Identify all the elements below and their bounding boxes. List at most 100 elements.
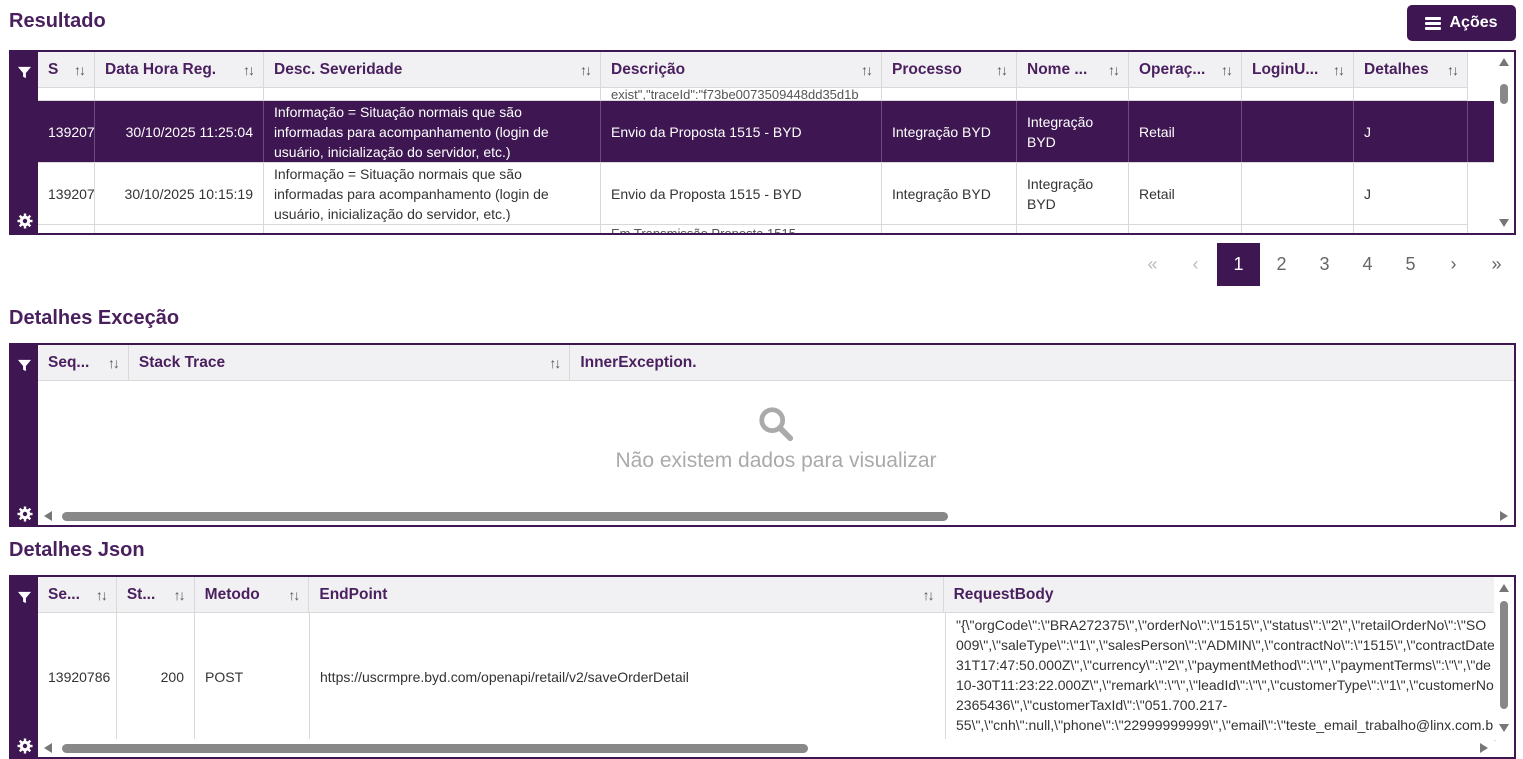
excecao-header-row: Seq... ↑↓ Stack Trace ↑↓ InnerException. (38, 345, 1514, 381)
cell-processo: Integração BYD (882, 163, 1017, 224)
sort-icon[interactable]: ↑↓ (74, 62, 86, 78)
page-3-button[interactable]: 3 (1303, 243, 1346, 286)
col-header-status[interactable]: St... ↑↓ (117, 577, 195, 613)
col-header-detalhes[interactable]: Detalhes ↑↓ (1354, 52, 1468, 88)
resultado-title: Resultado (9, 10, 106, 32)
scroll-down-icon[interactable] (1499, 724, 1509, 732)
col-header-processo[interactable]: Processo ↑↓ (882, 52, 1017, 88)
table-row-partial[interactable]: Em Transmissão Proposta 1515 (38, 225, 1468, 233)
json-title: Detalhes Json (9, 539, 145, 561)
pagination: « ‹ 1 2 3 4 5 › » (1131, 243, 1518, 286)
cell-operacao: Retail (1129, 163, 1242, 224)
col-header-datahora[interactable]: Data Hora Reg. ↑↓ (95, 52, 264, 88)
scroll-down-icon[interactable] (1499, 219, 1509, 227)
cell-method: POST (195, 613, 310, 740)
requestbody-line: "{\"orgCode\":\"BRA272375\",\"orderNo\":… (956, 617, 1487, 633)
scroll-right-icon[interactable] (1480, 743, 1488, 753)
vertical-scrollbar[interactable] (1494, 577, 1514, 739)
acoes-button[interactable]: Ações (1407, 5, 1516, 41)
json-grid-body: Se... ↑↓ St... ↑↓ Metodo ↑↓ EndPoint ↑↓ Requ… (38, 577, 1514, 757)
col-header-nome[interactable]: Nome ... ↑↓ (1017, 52, 1129, 88)
page-next-button[interactable]: › (1432, 243, 1475, 286)
scroll-left-icon[interactable] (44, 743, 52, 753)
sort-icon[interactable]: ↑↓ (1108, 62, 1120, 78)
sort-icon[interactable]: ↑↓ (923, 587, 935, 603)
cell-nome: Integração BYD (1017, 163, 1129, 224)
scroll-thumb[interactable] (62, 512, 948, 521)
grid-toolbar (11, 577, 38, 757)
col-header-requestbody[interactable]: RequestBody (944, 577, 1494, 613)
scroll-up-icon[interactable] (1499, 58, 1509, 66)
sort-icon[interactable]: ↑↓ (1333, 62, 1345, 78)
sort-icon[interactable]: ↑↓ (996, 62, 1008, 78)
acoes-label: Ações (1449, 14, 1498, 31)
requestbody-line: 55\",\"cnh\":null,\"phone\":\"2299999999… (956, 717, 1494, 733)
cell-datetime: 30/10/2025 11:25:04 (95, 101, 264, 162)
cell-seq: 13920786 (38, 613, 117, 740)
requestbody-line: 31T17:47:50.000Z\",\"currency\":\"2\",\"… (956, 657, 1491, 673)
table-row[interactable]: 13920786 200 POST https://uscrmpre.byd.c… (38, 613, 1496, 741)
col-header-seq[interactable]: Se... ↑↓ (38, 577, 117, 613)
cell-login (1242, 101, 1354, 162)
sort-icon[interactable]: ↑↓ (861, 62, 873, 78)
col-header-severidade[interactable]: Desc. Severidade ↑↓ (264, 52, 601, 88)
col-header-seq[interactable]: Seq... ↑↓ (38, 345, 129, 381)
gear-icon[interactable] (16, 212, 33, 229)
resultado-grid: S ↑↓ Data Hora Reg. ↑↓ Desc. Severidade ↑↓ … (9, 50, 1516, 235)
page-5-button[interactable]: 5 (1389, 243, 1432, 286)
col-header-innerexception[interactable]: InnerException. (570, 345, 1514, 381)
cell-status: 200 (117, 613, 195, 740)
horizontal-scrollbar[interactable] (38, 507, 1514, 525)
horizontal-scrollbar[interactable] (38, 739, 1494, 757)
cell-desc: Envio da Proposta 1515 - BYD (601, 101, 882, 162)
table-row-partial[interactable]: exist","traceId":"f73be0073509448dd35d1b (38, 88, 1468, 101)
col-header-descricao[interactable]: Descrição ↑↓ (601, 52, 882, 88)
col-header-endpoint[interactable]: EndPoint ↑↓ (309, 577, 944, 613)
sort-icon[interactable]: ↑↓ (174, 587, 186, 603)
scroll-thumb[interactable] (1500, 84, 1508, 104)
col-header-operacao[interactable]: Operaç... ↑↓ (1129, 52, 1242, 88)
cell-desc: Envio da Proposta 1515 - BYD (601, 163, 882, 224)
page-4-button[interactable]: 4 (1346, 243, 1389, 286)
sort-icon[interactable]: ↑↓ (580, 62, 592, 78)
resultado-grid-body: S ↑↓ Data Hora Reg. ↑↓ Desc. Severidade ↑↓ … (38, 52, 1514, 233)
vertical-scrollbar[interactable] (1494, 52, 1514, 233)
table-row-selected[interactable]: 139207 30/10/2025 11:25:04 Informação = … (38, 101, 1496, 163)
sort-icon[interactable]: ↑↓ (96, 587, 108, 603)
cell-severity: Informação = Situação normais que são in… (264, 101, 601, 162)
scroll-right-icon[interactable] (1500, 511, 1508, 521)
empty-state: Não existem dados para visualizar (38, 405, 1514, 473)
filter-icon[interactable] (16, 357, 33, 374)
sort-icon[interactable]: ↑↓ (288, 587, 300, 603)
sort-icon[interactable]: ↑↓ (549, 355, 561, 371)
cell-processo: Integração BYD (882, 101, 1017, 162)
col-header-login[interactable]: LoginU... ↑↓ (1242, 52, 1354, 88)
col-header-seq[interactable]: S ↑↓ (38, 52, 95, 88)
filter-icon[interactable] (16, 589, 33, 606)
col-header-stacktrace[interactable]: Stack Trace ↑↓ (129, 345, 571, 381)
requestbody-line: 10-30T11:23:22.000Z\",\"remark\":\"\",\"… (956, 677, 1494, 693)
page-first-button[interactable]: « (1131, 243, 1174, 286)
page-2-button[interactable]: 2 (1260, 243, 1303, 286)
requestbody-line: 2365436\",\"customerTaxId\":\"051.700.21… (956, 697, 1228, 713)
scroll-left-icon[interactable] (44, 511, 52, 521)
gear-icon[interactable] (16, 737, 33, 754)
page-1-button[interactable]: 1 (1217, 243, 1260, 286)
cell-nome: Integração BYD (1017, 101, 1129, 162)
grid-toolbar (11, 52, 38, 233)
table-row[interactable]: 139207 30/10/2025 10:15:19 Informação = … (38, 163, 1468, 225)
page-prev-button[interactable]: ‹ (1174, 243, 1217, 286)
sort-icon[interactable]: ↑↓ (108, 355, 120, 371)
scroll-up-icon[interactable] (1499, 584, 1509, 592)
scroll-thumb[interactable] (62, 744, 808, 753)
sort-icon[interactable]: ↑↓ (243, 62, 255, 78)
col-header-metodo[interactable]: Metodo ↑↓ (195, 577, 310, 613)
cell-detalhes: J (1354, 163, 1468, 224)
sort-icon[interactable]: ↑↓ (1447, 62, 1459, 78)
scroll-thumb[interactable] (1500, 601, 1508, 709)
gear-icon[interactable] (16, 505, 33, 522)
page-last-button[interactable]: » (1475, 243, 1518, 286)
requestbody-line: 009\",\"saleType\":\"1\",\"salesPerson\"… (956, 637, 1495, 653)
filter-icon[interactable] (16, 64, 33, 81)
sort-icon[interactable]: ↑↓ (1221, 62, 1233, 78)
